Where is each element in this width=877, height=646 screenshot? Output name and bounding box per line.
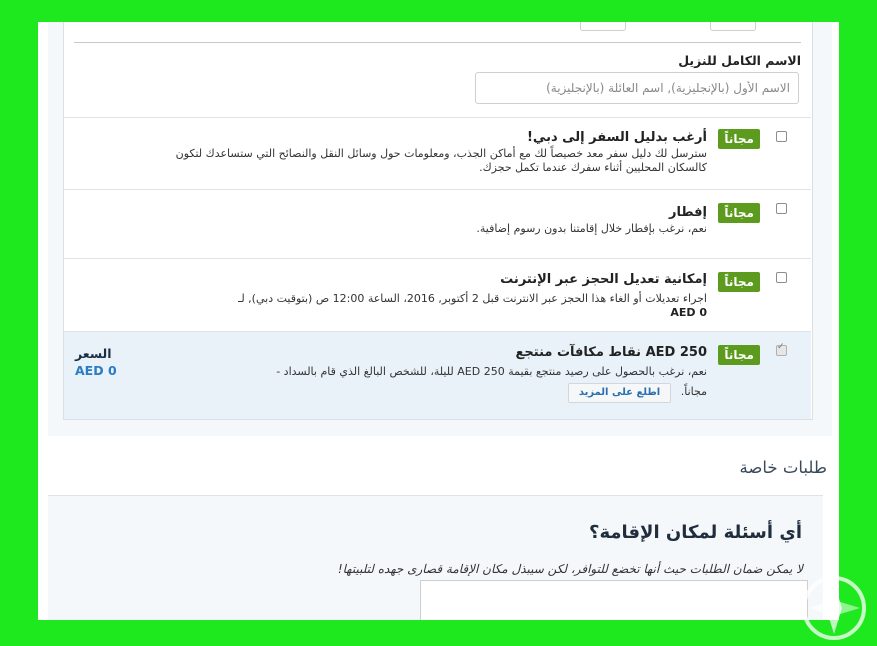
divider	[74, 42, 801, 43]
questions-title: أي أسئلة لمكان الإقامة؟	[589, 522, 802, 543]
price-value: AED 0	[75, 363, 117, 378]
option-title: أرغب بدليل السفر إلى دبي!	[526, 130, 707, 145]
option-title: إفطار	[669, 205, 707, 220]
price-label: السعر	[75, 346, 112, 361]
option-checkbox[interactable]	[776, 131, 787, 142]
option-description-tail: مجاناً.	[680, 385, 707, 398]
option-description: سترسل لك دليل سفر معد خصيصاً لك مع أماكن…	[175, 147, 707, 174]
option-title: إمكانية تعديل الحجز عبر الإنترنت	[500, 272, 707, 287]
booking-page: الاسم الكامل للنزيل مجاناً أرغب بدليل ال…	[38, 22, 839, 620]
option-breakfast: مجاناً إفطار نعم، نرغب بإفطار خلال إقامت…	[64, 189, 811, 259]
questions-note: لا يمكن ضمان الطلبات حيث أنها تخضع للتوا…	[337, 562, 803, 576]
option-price-inline: AED 0	[670, 306, 707, 319]
free-badge: مجاناً	[718, 272, 760, 292]
top-field-left[interactable]	[580, 22, 626, 31]
free-badge: مجاناً	[718, 203, 760, 223]
free-badge: مجاناً	[718, 129, 760, 149]
option-resort-credit: مجاناً 250 AED نقاط مكافآت منتجع نعم، نر…	[64, 331, 811, 419]
option-title: 250 AED نقاط مكافآت منتجع	[515, 345, 707, 360]
guest-name-input[interactable]	[475, 72, 799, 104]
compass-watermark-icon	[802, 576, 866, 640]
option-online-modification: مجاناً إمكانية تعديل الحجز عبر الإنترنت …	[64, 258, 811, 332]
option-checkbox[interactable]	[776, 203, 787, 214]
special-requests-title: طلبات خاصة	[739, 458, 827, 477]
free-badge: مجاناً	[718, 345, 760, 365]
learn-more-button[interactable]: اطلع على المزيد	[567, 383, 672, 403]
special-requests-textarea[interactable]	[420, 580, 808, 620]
option-travel-guide: مجاناً أرغب بدليل السفر إلى دبي! سترسل ل…	[64, 117, 811, 189]
top-field-right[interactable]	[710, 22, 756, 31]
guest-name-label: الاسم الكامل للنزيل	[678, 53, 801, 68]
option-checkbox[interactable]	[776, 272, 787, 283]
option-description: نعم، نرغب بالحصول على رصيد منتجع بقيمة 2…	[276, 365, 707, 378]
option-description: اجراء تعديلات أو الغاء هذا الحجز عبر الا…	[238, 292, 707, 305]
option-description: نعم، نرغب بإفطار خلال إقامتنا بدون رسوم …	[476, 222, 707, 235]
option-checkbox[interactable]	[776, 342, 787, 356]
